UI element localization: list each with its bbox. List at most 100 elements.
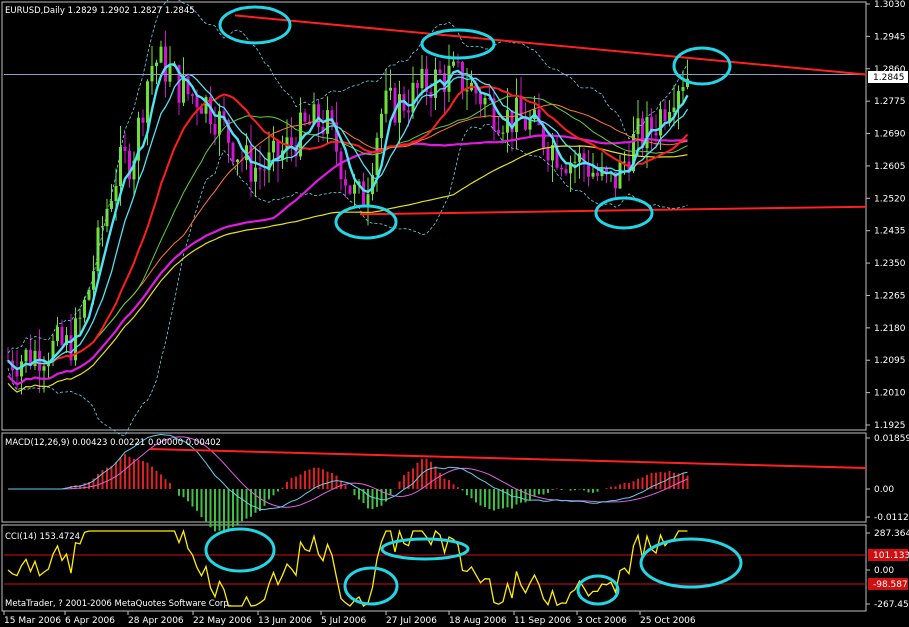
macd-tick-label: -0.01127: [874, 513, 909, 523]
cci-tick-label: -267.450: [874, 600, 909, 610]
macd-tick-label: 0.01859: [874, 434, 909, 444]
price-bar-body: [123, 147, 127, 151]
price-bar-body: [546, 147, 550, 161]
price-bar-body: [672, 107, 676, 113]
price-bar-body: [92, 271, 95, 290]
price-bar-body: [168, 66, 172, 82]
price-tick-label: 1.2095: [874, 356, 906, 366]
price-bar-body: [452, 61, 455, 66]
top-right-circle-annotation: [672, 46, 732, 86]
ma-magenta-line: [7, 134, 688, 386]
price-bar-body: [465, 90, 469, 92]
cci-tick-label: 0.00: [874, 566, 894, 576]
price-bar-body: [438, 69, 442, 74]
price-bar-body: [501, 132, 505, 134]
price-bar-body: [56, 327, 59, 341]
cci-plot: [4, 528, 866, 607]
price-bar-body: [681, 87, 685, 91]
price-bar-body: [15, 370, 19, 377]
macd-tick-label: 0.00: [874, 485, 894, 495]
price-tick-label: 1.2265: [874, 291, 906, 301]
price-bar-body: [290, 137, 293, 146]
price-bar-body: [150, 65, 154, 82]
price-bar-body: [60, 327, 64, 346]
price-tick-label: 1.2520: [874, 194, 906, 204]
price-plot: [4, 0, 866, 436]
price-bar-body: [366, 194, 370, 206]
price-tick-label: 1.2775: [874, 97, 906, 107]
price-bar-body: [384, 90, 388, 114]
price-tick-label: 1.2945: [874, 32, 906, 42]
price-bar-body: [407, 110, 410, 113]
top-left-circle-annotation: [218, 5, 292, 45]
time-tick-label: 27 Jul 2006: [386, 616, 437, 626]
price-bar-body: [411, 82, 415, 113]
price-tick-label: 1.2435: [874, 227, 906, 237]
price-bar-body: [105, 208, 109, 227]
price-bar-body: [213, 124, 217, 135]
price-bar-body: [83, 299, 86, 318]
copyright-text: MetaTrader, ? 2001-2006 MetaQuotes Softw…: [5, 599, 232, 609]
price-tick-label: 1.1925: [874, 421, 906, 431]
time-tick-label: 22 May 2006: [193, 616, 252, 626]
cci-axis: 287.364 0.00 -267.450: [866, 529, 909, 610]
time-tick-label: 25 Oct 2006: [640, 616, 696, 626]
price-bar-body: [389, 87, 392, 91]
price-tick-label: 1.2010: [874, 389, 906, 399]
price-bar-body: [636, 118, 640, 135]
price-bar-body: [483, 97, 487, 105]
price-bar-body: [618, 162, 622, 189]
price-bar-body: [416, 82, 419, 89]
time-tick-label: 3 Oct 2006: [577, 616, 627, 626]
price-bar-body: [362, 181, 365, 206]
price-bar-body: [263, 169, 266, 171]
cci-left-circle-annotation: [204, 527, 276, 573]
price-bar-body: [159, 46, 163, 63]
price-bar-body: [231, 142, 235, 162]
macd-header: MACD(12,26,9) 0.00423 0.00221 0.00000 0.…: [5, 438, 221, 448]
cci-tick-label: 287.364: [874, 529, 909, 539]
price-bar-body: [380, 113, 383, 138]
time-tick-label: 6 Apr 2006: [65, 616, 115, 626]
time-tick-label: 18 Aug 2006: [449, 616, 507, 626]
macd-trendline: [149, 448, 867, 469]
ma-red-line: [7, 85, 689, 371]
price-bar-body: [78, 317, 82, 319]
price-bar-body: [398, 94, 401, 123]
price-tick-label: 1.2180: [874, 324, 906, 334]
chart-canvas: 1.30301.29451.28601.27751.26901.26051.25…: [1, 0, 909, 626]
price-bar-body: [344, 179, 347, 186]
cci-mid-low-circle-annotation: [343, 566, 399, 606]
price-bar-body: [596, 172, 599, 177]
price-bar-body: [258, 167, 262, 170]
price-bar-body: [218, 111, 221, 135]
price-bar-body: [591, 172, 595, 177]
price-bar-body: [236, 159, 239, 162]
price-bar-body: [375, 137, 379, 176]
price-bar-body: [348, 185, 352, 194]
price-bar-body: [497, 130, 500, 134]
price-bar-body: [110, 201, 113, 209]
macd-plot: [8, 433, 689, 532]
price-tick-label: 1.2690: [874, 130, 906, 140]
price-bar-body: [20, 361, 23, 377]
price-bar-body: [393, 87, 397, 123]
price-bar-body: [101, 226, 104, 228]
price-tick-label: 1.2605: [874, 162, 906, 172]
ma-cyan-thin-line: [7, 73, 689, 370]
price-bar-body: [587, 164, 590, 177]
price-bar-body: [663, 109, 667, 121]
price-bar-body: [146, 81, 149, 123]
macd-axis: 0.01859 0.00 -0.01127: [866, 434, 909, 523]
price-bar-body: [420, 68, 424, 89]
price-bar-body: [339, 151, 343, 180]
current-price-label: 1.2845: [873, 73, 905, 83]
resistance-trendline: [234, 14, 867, 76]
bottom-right-circle-annotation: [594, 196, 654, 230]
time-tick-label: 28 Apr 2006: [128, 616, 184, 626]
price-bar-body: [24, 349, 28, 362]
main-panel-frame: [1, 1, 867, 431]
price-axis: 1.30301.29451.28601.27751.26901.26051.25…: [866, 0, 906, 431]
price-bar-body: [479, 93, 482, 105]
price-bar-body: [155, 62, 158, 66]
